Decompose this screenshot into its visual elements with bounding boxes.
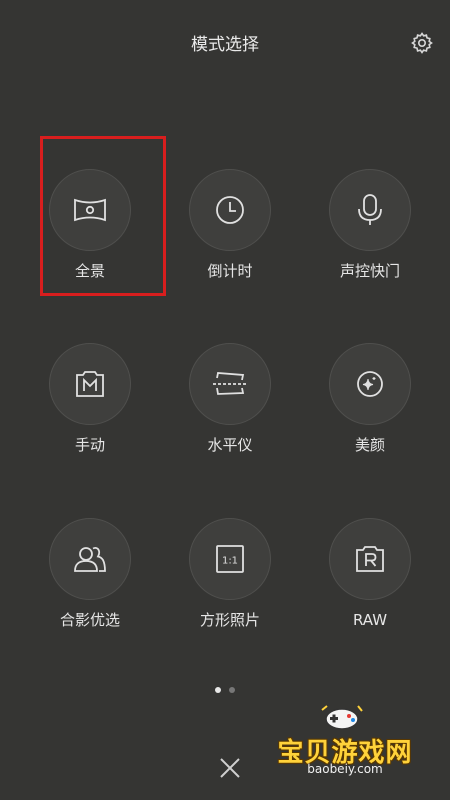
microphone-icon (358, 194, 382, 225)
mode-label: 声控快门 (339, 262, 400, 280)
close-icon[interactable] (216, 754, 244, 782)
gamepad-logo-icon (321, 705, 363, 730)
mode-circle[interactable] (329, 169, 411, 251)
gear-icon[interactable] (410, 31, 434, 55)
mode-label: 倒计时 (207, 262, 253, 280)
page-dot-active[interactable] (215, 687, 221, 693)
mode-group-photo[interactable]: 合影优选 (35, 518, 145, 630)
highlight-box (40, 136, 166, 296)
mode-selection-screen: 模式选择 全景 倒计时 声控快门 手动 水平仪 美颜 合影优选 1:1 方形照片… (0, 0, 450, 800)
manual-m-icon (76, 371, 104, 397)
mode-square-photo[interactable]: 1:1 方形照片 (175, 518, 285, 630)
group-photo-icon (74, 546, 106, 572)
mode-label: 方形照片 (199, 611, 260, 629)
mode-label: 美颜 (354, 436, 385, 454)
mode-label: 手动 (74, 436, 105, 454)
mode-circle[interactable] (189, 169, 271, 251)
clock-icon (216, 196, 244, 224)
page-title: 模式选择 (191, 35, 259, 55)
page-dot[interactable] (229, 687, 235, 693)
mode-circle[interactable] (189, 343, 271, 425)
mode-circle[interactable] (49, 343, 131, 425)
mode-circle[interactable] (49, 518, 131, 600)
mode-timer[interactable]: 倒计时 (175, 169, 285, 281)
page-indicator (0, 687, 450, 693)
mode-label: 合影优选 (59, 611, 120, 629)
square-1-1-icon: 1:1 (216, 545, 244, 573)
mode-circle[interactable] (329, 518, 411, 600)
mode-label: 水平仪 (207, 436, 253, 454)
mode-raw[interactable]: RAW (315, 518, 425, 630)
mode-circle[interactable]: 1:1 (189, 518, 271, 600)
mode-level[interactable]: 水平仪 (175, 343, 285, 455)
mode-label: RAW (352, 611, 388, 629)
svg-text:1:1: 1:1 (222, 556, 238, 567)
beauty-sparkle-icon (357, 371, 383, 397)
watermark: 宝贝游戏网 baobeiy.com (270, 702, 420, 782)
level-icon (213, 372, 247, 395)
mode-beauty[interactable]: 美颜 (315, 343, 425, 455)
mode-manual[interactable]: 手动 (35, 343, 145, 455)
raw-r-icon (356, 546, 384, 572)
watermark-url: baobeiy.com (307, 762, 383, 776)
mode-circle[interactable] (329, 343, 411, 425)
mode-voice-shutter[interactable]: 声控快门 (315, 169, 425, 281)
